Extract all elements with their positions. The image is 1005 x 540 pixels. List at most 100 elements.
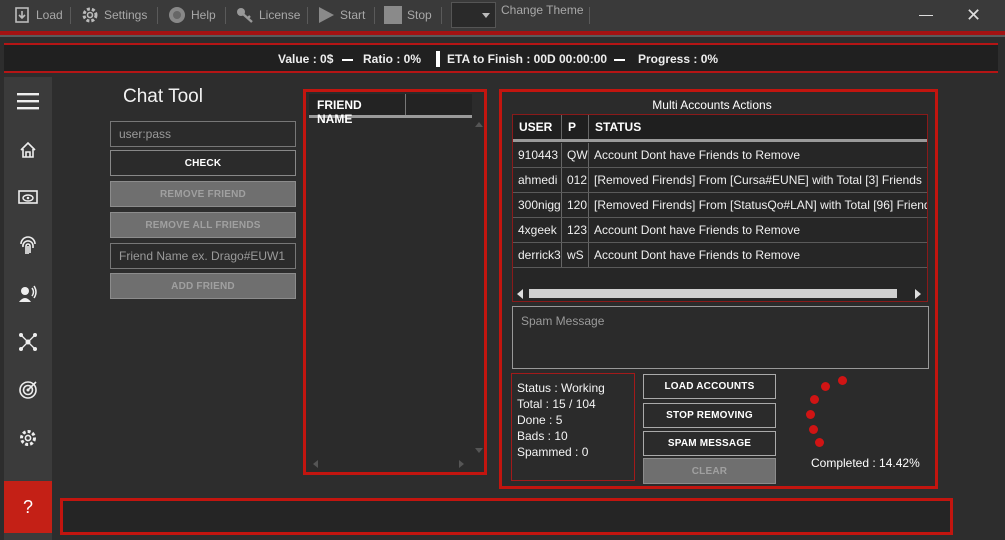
user-column-header[interactable]: USER xyxy=(513,115,562,139)
help-bubble-icon xyxy=(167,5,187,25)
userpass-input[interactable]: user:pass xyxy=(110,121,296,147)
status-stat: Status : Working xyxy=(517,381,605,395)
friend-name-input[interactable]: Friend Name ex. Drago#EUW1 xyxy=(110,243,296,269)
stop-removing-button[interactable]: STOP REMOVING xyxy=(643,403,776,428)
start-label: Start xyxy=(340,8,366,22)
minimize-button[interactable] xyxy=(919,15,933,16)
scroll-left-icon[interactable] xyxy=(313,460,318,468)
clear-button[interactable]: CLEAR xyxy=(643,458,776,484)
menu-icon[interactable] xyxy=(16,89,40,113)
multi-accounts-panel: Multi Accounts Actions USER P STATUS 910… xyxy=(499,89,938,489)
status-cell: Account Dont have Friends to Remove xyxy=(594,223,801,237)
toolbar-divider xyxy=(589,7,590,24)
pass-cell: 120 xyxy=(562,193,589,217)
progress-readout: Progress : 0% xyxy=(638,52,719,66)
check-button[interactable]: CHECK xyxy=(110,150,296,176)
status-cell: Account Dont have Friends to Remove xyxy=(594,248,801,262)
load-icon xyxy=(12,5,32,25)
multi-accounts-title: Multi Accounts Actions xyxy=(652,98,772,112)
bads-stat: Bads : 10 xyxy=(517,429,568,443)
load-button[interactable]: Load xyxy=(12,4,63,26)
scroll-right-icon[interactable] xyxy=(915,289,921,299)
help-button[interactable]: ? xyxy=(4,481,52,533)
toolbar-divider xyxy=(70,7,71,24)
stop-button[interactable]: Stop xyxy=(383,4,432,26)
spinner-dot xyxy=(821,382,830,391)
change-theme-label: Change Theme xyxy=(501,0,584,20)
license-label: License xyxy=(259,8,301,22)
spam-message-button[interactable]: SPAM MESSAGE xyxy=(643,431,776,456)
table-row[interactable]: ahmedi 012 [Removed Firends] From [Cursa… xyxy=(513,168,927,193)
toolbar-divider xyxy=(441,7,442,24)
ratio-readout: Ratio : 0% xyxy=(363,52,422,66)
user-cell: ahmedi xyxy=(513,168,562,192)
table-row[interactable]: 300nigg 120 [Removed Firends] From [Stat… xyxy=(513,193,927,218)
add-friend-button[interactable]: ADD FRIEND xyxy=(110,273,296,299)
table-row[interactable]: derrick3 wS Account Dont have Friends to… xyxy=(513,243,927,268)
sidebar: ? xyxy=(4,77,52,540)
network-icon[interactable] xyxy=(16,330,40,354)
change-theme-text: Change Theme xyxy=(501,3,584,17)
help-label: Help xyxy=(191,8,216,22)
spam-message-input[interactable]: Spam Message xyxy=(512,306,929,369)
toolbar-divider xyxy=(307,7,308,24)
friend-name-column-header[interactable]: FRIEND NAME xyxy=(309,94,406,126)
spammed-stat: Spammed : 0 xyxy=(517,445,589,459)
stop-icon xyxy=(383,5,403,25)
spinner-dot xyxy=(838,376,847,385)
log-bar xyxy=(60,498,953,535)
start-button[interactable]: Start xyxy=(316,4,365,26)
spinner-dot xyxy=(810,395,819,404)
scroll-left-icon[interactable] xyxy=(517,289,523,299)
user-cell: 4xgeek xyxy=(513,218,562,242)
divider-line xyxy=(0,35,1005,37)
remove-all-friends-button[interactable]: REMOVE ALL FRIENDS xyxy=(110,212,296,238)
toolbar-divider xyxy=(157,7,158,24)
theme-dropdown[interactable] xyxy=(451,2,496,28)
pass-cell: 123 xyxy=(562,218,589,242)
scrollbar-thumb[interactable] xyxy=(529,289,897,298)
accounts-table-header: USER P STATUS xyxy=(513,115,927,142)
value-readout: Value : 0$ xyxy=(278,52,334,66)
settings-button[interactable]: Settings xyxy=(80,4,147,26)
load-accounts-button[interactable]: LOAD ACCOUNTS xyxy=(643,374,776,399)
horizontal-scrollbar[interactable] xyxy=(513,285,927,301)
key-icon xyxy=(235,5,255,25)
pass-cell: QW xyxy=(562,143,589,167)
remove-friend-button[interactable]: REMOVE FRIEND xyxy=(110,181,296,207)
table-row[interactable]: 910443 QW Account Dont have Friends to R… xyxy=(513,143,927,168)
play-icon xyxy=(316,5,336,25)
speaker-user-icon[interactable] xyxy=(16,282,40,306)
load-label: Load xyxy=(36,8,63,22)
spinner-dot xyxy=(809,425,818,434)
stats-panel: Status : Working Total : 15 / 104 Done :… xyxy=(511,373,635,481)
toolbar: Load Settings Help License Start Stop Ch… xyxy=(0,0,1005,31)
help-button[interactable]: Help xyxy=(167,4,216,26)
eye-icon[interactable] xyxy=(16,186,40,210)
total-stat: Total : 15 / 104 xyxy=(517,397,596,411)
spinner-dot xyxy=(815,438,824,447)
separator-bar xyxy=(436,51,440,67)
table-row[interactable]: 4xgeek 123 Account Dont have Friends to … xyxy=(513,218,927,243)
target-icon[interactable] xyxy=(16,378,40,402)
fingerprint-icon[interactable] xyxy=(16,234,40,258)
friend-list[interactable]: FRIEND NAME xyxy=(303,89,487,475)
gear-icon[interactable] xyxy=(16,426,40,450)
pass-column-header[interactable]: P xyxy=(562,115,589,139)
completed-readout: Completed : 14.42% xyxy=(811,456,920,470)
chevron-down-icon xyxy=(482,13,490,18)
stop-label: Stop xyxy=(407,8,432,22)
scroll-right-icon[interactable] xyxy=(459,460,464,468)
status-column-header[interactable]: STATUS xyxy=(589,115,927,139)
license-button[interactable]: License xyxy=(235,4,300,26)
accounts-table[interactable]: USER P STATUS 910443 QW Account Dont hav… xyxy=(512,114,928,302)
settings-label: Settings xyxy=(104,8,148,22)
scroll-down-icon[interactable] xyxy=(475,448,483,453)
chat-tool-title: Chat Tool xyxy=(123,86,203,107)
gear-icon xyxy=(80,5,100,25)
home-icon[interactable] xyxy=(16,138,40,162)
help-question-label: ? xyxy=(22,496,33,517)
close-icon[interactable]: ✕ xyxy=(966,5,981,26)
scroll-up-icon[interactable] xyxy=(475,122,483,127)
toolbar-divider xyxy=(225,7,226,24)
